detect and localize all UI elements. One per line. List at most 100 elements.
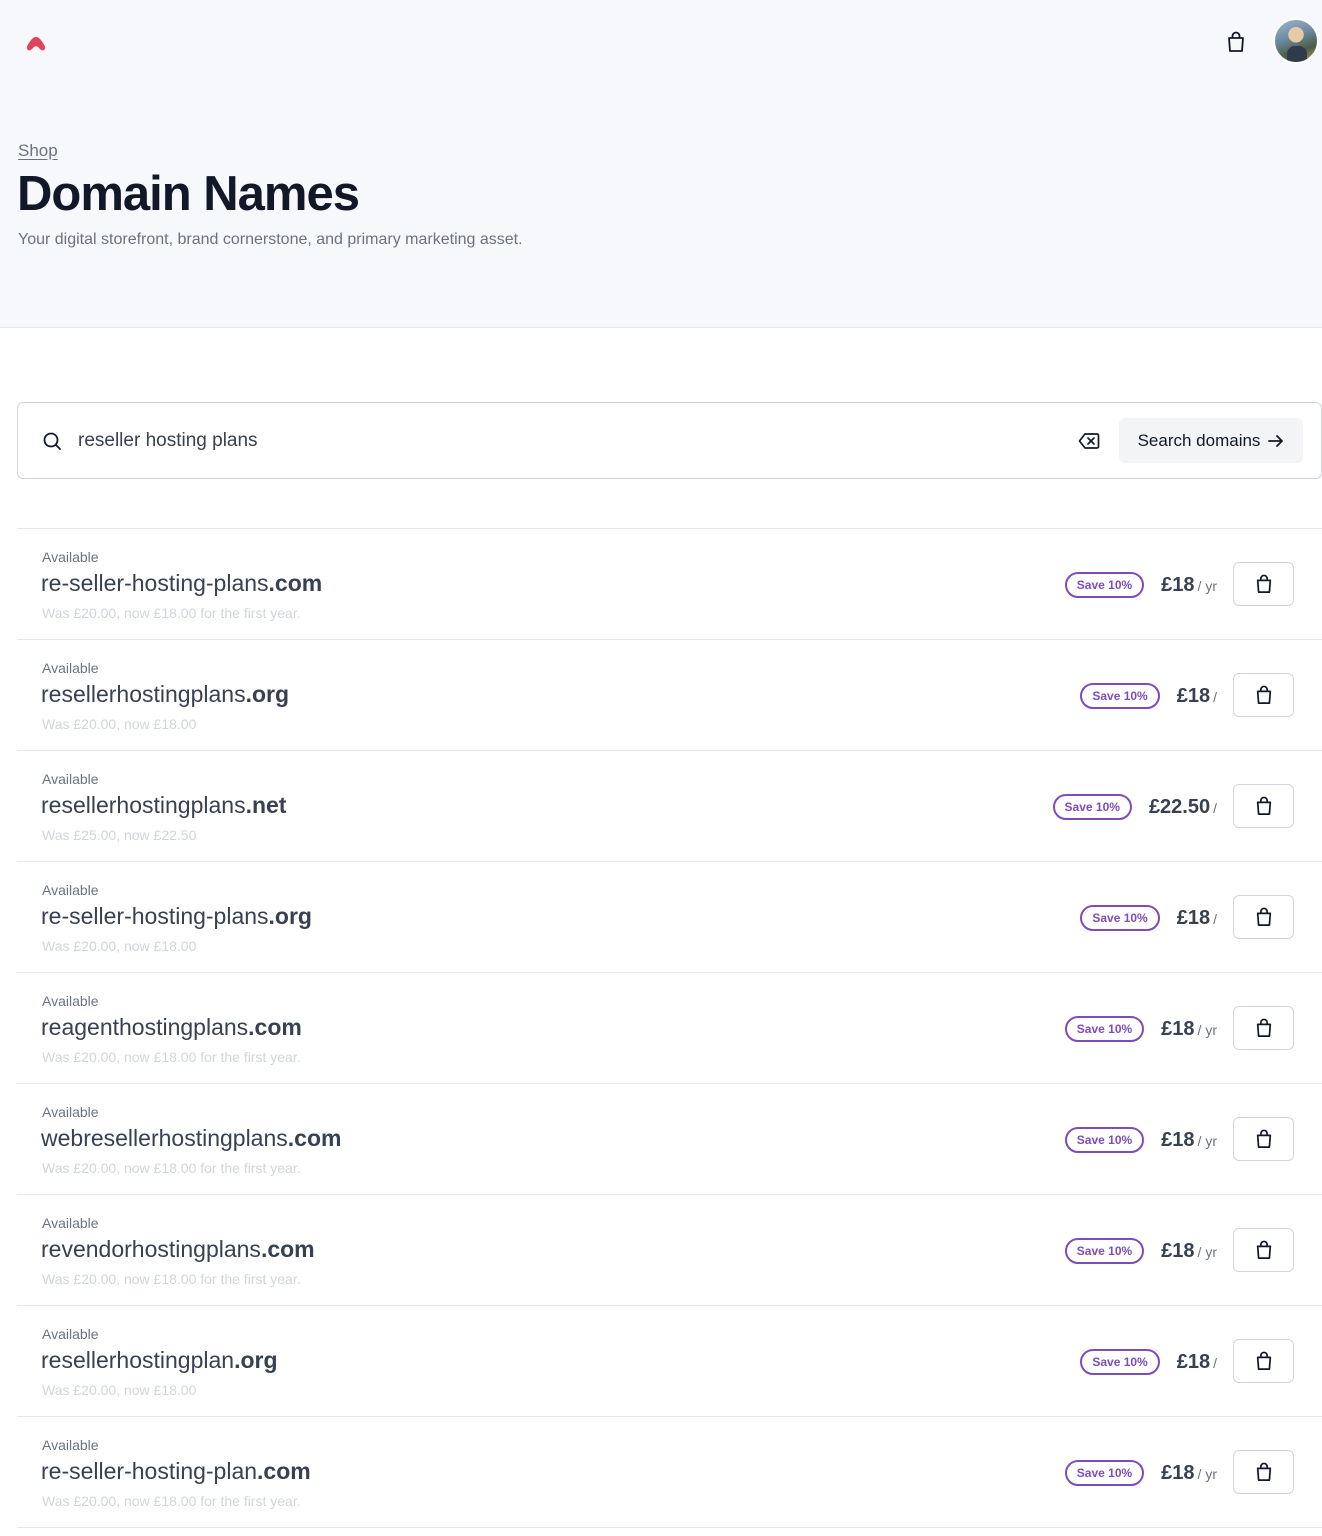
domain-result-row: Available resellerhostingplan.org Was £20.… bbox=[17, 1306, 1322, 1417]
clear-icon[interactable] bbox=[1078, 431, 1100, 451]
domain-label: re-seller-hosting-plans bbox=[41, 903, 269, 929]
brand-logo-icon[interactable] bbox=[25, 36, 47, 52]
domain-tld: .org bbox=[245, 681, 290, 707]
add-to-cart-button[interactable] bbox=[1233, 1117, 1294, 1161]
add-to-cart-button[interactable] bbox=[1233, 1228, 1294, 1272]
domain-tld: .org bbox=[268, 903, 312, 929]
discount-badge: Save 10% bbox=[1080, 683, 1160, 709]
domain-label: resellerhostingplans bbox=[41, 792, 246, 818]
price-note: Was £20.00, now £18.00 for the first yea… bbox=[42, 605, 301, 621]
domain-tld: .net bbox=[245, 792, 287, 818]
price: £18/ yr bbox=[1161, 574, 1217, 597]
price-period: / bbox=[1213, 799, 1217, 816]
price: £18/ yr bbox=[1161, 1240, 1217, 1263]
price: £18/ bbox=[1177, 685, 1217, 708]
price-group: Save 10% £18/ yr bbox=[1064, 1016, 1217, 1042]
search-button-label: Search domains bbox=[1137, 430, 1261, 450]
price-note: Was £20.00, now £18.00 for the first yea… bbox=[42, 1160, 301, 1176]
hero-section: Shop Domain Names Your digital storefron… bbox=[0, 0, 1322, 328]
price-group: Save 10% £22.50/ bbox=[1052, 794, 1217, 820]
price-group: Save 10% £18/ bbox=[1080, 1349, 1217, 1375]
price-amount: £18 bbox=[1161, 1461, 1195, 1484]
page-title: Domain Names bbox=[17, 167, 360, 221]
discount-badge: Save 10% bbox=[1064, 1127, 1145, 1153]
domain-label: resellerhostingplans bbox=[41, 681, 246, 707]
availability-status: Available bbox=[42, 1215, 99, 1231]
add-to-cart-button[interactable] bbox=[1233, 895, 1294, 939]
add-to-cart-button[interactable] bbox=[1233, 1450, 1294, 1494]
shopping-bag-icon bbox=[1255, 1240, 1273, 1260]
domain-label: reagenthostingplans bbox=[41, 1014, 249, 1040]
add-to-cart-button[interactable] bbox=[1233, 1006, 1294, 1050]
price-note: Was £20.00, now £18.00 for the first yea… bbox=[42, 1493, 301, 1509]
price-period: / yr bbox=[1197, 1465, 1217, 1482]
domain-result-row: Available resellerhostingplans.net Was £25… bbox=[17, 751, 1322, 862]
price-period: / yr bbox=[1197, 1021, 1217, 1038]
arrow-right-icon bbox=[1268, 434, 1284, 447]
price: £18/ yr bbox=[1161, 1129, 1217, 1152]
domain-label: webresellerhostingplans bbox=[41, 1125, 288, 1151]
domain-name: revendorhostingplans.com bbox=[41, 1236, 315, 1263]
price-period: / bbox=[1213, 910, 1217, 927]
search-domains-button[interactable]: Search domains bbox=[1119, 418, 1303, 463]
price-group: Save 10% £18/ yr bbox=[1064, 1127, 1217, 1153]
price: £22.50/ bbox=[1149, 796, 1217, 819]
shopping-bag-icon[interactable] bbox=[1224, 30, 1248, 54]
add-to-cart-button[interactable] bbox=[1233, 562, 1294, 606]
price-amount: £18 bbox=[1161, 573, 1195, 596]
price-note: Was £20.00, now £18.00 bbox=[42, 716, 197, 732]
availability-status: Available bbox=[42, 1437, 99, 1453]
price-period: / yr bbox=[1197, 1132, 1217, 1149]
price-amount: £18 bbox=[1161, 1017, 1195, 1040]
price-amount: £18 bbox=[1176, 906, 1211, 929]
price-group: Save 10% £18/ yr bbox=[1064, 1460, 1217, 1486]
price: £18/ yr bbox=[1161, 1018, 1217, 1041]
domain-name: re-seller-hosting-plan.com bbox=[41, 1458, 311, 1485]
availability-status: Available bbox=[42, 1326, 99, 1342]
domain-tld: .com bbox=[260, 1236, 315, 1262]
domain-tld: .com bbox=[257, 1458, 311, 1484]
availability-status: Available bbox=[42, 1104, 99, 1120]
domain-tld: .com bbox=[268, 570, 323, 596]
price-group: Save 10% £18/ bbox=[1080, 683, 1217, 709]
domain-result-row: Available reagenthostingplans.com Was £20.… bbox=[17, 973, 1322, 1084]
price-group: Save 10% £18/ yr bbox=[1064, 1238, 1217, 1264]
availability-status: Available bbox=[42, 549, 99, 565]
discount-badge: Save 10% bbox=[1064, 1460, 1145, 1486]
domain-result-row: Available revendorhostingplans.com Was £20… bbox=[17, 1195, 1322, 1306]
domain-label: re-seller-hosting-plans bbox=[41, 570, 269, 596]
domain-results-list: Available re-seller-hosting-plans.com Was … bbox=[17, 528, 1322, 1528]
add-to-cart-button[interactable] bbox=[1233, 784, 1294, 828]
price-amount: £18 bbox=[1176, 684, 1211, 707]
availability-status: Available bbox=[42, 882, 99, 898]
search-icon bbox=[43, 432, 61, 450]
add-to-cart-button[interactable] bbox=[1233, 1339, 1294, 1383]
shopping-bag-icon bbox=[1255, 1018, 1273, 1038]
shopping-bag-icon bbox=[1255, 1462, 1273, 1482]
shopping-bag-icon bbox=[1255, 907, 1273, 927]
discount-badge: Save 10% bbox=[1080, 905, 1160, 931]
add-to-cart-button[interactable] bbox=[1233, 673, 1294, 717]
domain-result-row: Available webresellerhostingplans.com Was … bbox=[17, 1084, 1322, 1195]
domain-result-row: Available re-seller-hosting-plan.com Was £… bbox=[17, 1417, 1322, 1528]
price-note: Was £20.00, now £18.00 bbox=[42, 938, 197, 954]
domain-name: resellerhostingplan.org bbox=[41, 1347, 278, 1374]
domain-tld: .com bbox=[248, 1014, 302, 1040]
price: £18/ bbox=[1177, 1351, 1217, 1374]
breadcrumb-shop[interactable]: Shop bbox=[18, 141, 58, 161]
search-input[interactable] bbox=[78, 425, 978, 457]
shopping-bag-icon bbox=[1255, 1129, 1273, 1149]
price-group: Save 10% £18/ yr bbox=[1064, 572, 1217, 598]
price-group: Save 10% £18/ bbox=[1080, 905, 1217, 931]
domain-name: re-seller-hosting-plans.com bbox=[41, 570, 322, 597]
price-note: Was £20.00, now £18.00 bbox=[42, 1382, 197, 1398]
price-note: Was £20.00, now £18.00 for the first yea… bbox=[42, 1271, 301, 1287]
shopping-bag-icon bbox=[1255, 1351, 1273, 1371]
price-amount: £18 bbox=[1176, 1350, 1211, 1373]
domain-name: re-seller-hosting-plans.org bbox=[41, 903, 312, 930]
shopping-bag-icon bbox=[1255, 685, 1273, 705]
availability-status: Available bbox=[42, 660, 99, 676]
user-avatar[interactable] bbox=[1273, 18, 1319, 64]
discount-badge: Save 10% bbox=[1052, 794, 1132, 820]
price-amount: £22.50 bbox=[1148, 795, 1211, 818]
